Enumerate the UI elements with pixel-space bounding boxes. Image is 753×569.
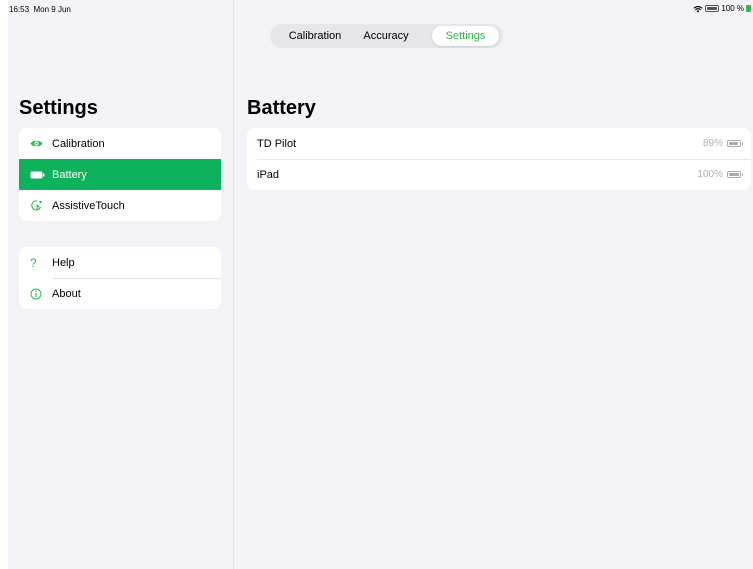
status-battery-indicator-icon bbox=[705, 5, 720, 12]
device-battery-percent: 89% bbox=[702, 138, 723, 149]
status-time: 16:53 Mon 9 Jun bbox=[9, 5, 71, 14]
wifi-icon bbox=[693, 5, 703, 13]
sidebar-item-help[interactable]: ? Help bbox=[19, 247, 221, 278]
sidebar-item-battery[interactable]: Battery bbox=[19, 159, 221, 190]
page-title: Battery bbox=[247, 97, 316, 119]
tab-calibration[interactable]: Calibration bbox=[272, 26, 358, 46]
battery-list: TD Pilot 89% iPad 100% bbox=[247, 128, 751, 190]
app-screen: 16:53 Mon 9 Jun 100 % Calibration Accura… bbox=[0, 0, 753, 569]
sidebar-item-label: Battery bbox=[52, 168, 87, 181]
sidebar-item-label: AssistiveTouch bbox=[52, 199, 125, 212]
sidebar-group-main: Calibration Battery AssistiveTouch bbox=[19, 128, 221, 221]
device-battery-percent: 100% bbox=[697, 169, 723, 180]
status-date: Mon 9 Jun bbox=[33, 5, 71, 14]
sidebar-item-label: Help bbox=[52, 256, 75, 269]
battery-level-icon bbox=[727, 140, 743, 147]
info-icon bbox=[30, 288, 46, 300]
tab-segmented-control: Calibration Accuracy Settings bbox=[270, 24, 503, 48]
list-item: TD Pilot 89% bbox=[247, 128, 751, 159]
battery-icon bbox=[30, 171, 46, 179]
sidebar-item-assistivetouch[interactable]: AssistiveTouch bbox=[19, 190, 221, 221]
status-right: 100 % bbox=[693, 4, 751, 13]
main-pane bbox=[234, 0, 753, 569]
left-edge bbox=[0, 0, 8, 569]
tab-settings[interactable]: Settings bbox=[432, 26, 499, 46]
sidebar-group-support: ? Help About bbox=[19, 247, 221, 309]
status-clock: 16:53 bbox=[9, 5, 30, 14]
tab-accuracy[interactable]: Accuracy bbox=[358, 26, 414, 46]
sidebar-title: Settings bbox=[19, 97, 98, 119]
assistive-touch-icon bbox=[30, 199, 46, 212]
status-battery-icon bbox=[746, 5, 751, 12]
list-item: iPad 100% bbox=[247, 159, 751, 190]
question-icon: ? bbox=[30, 255, 37, 270]
device-name: TD Pilot bbox=[257, 137, 297, 150]
sidebar-item-label: About bbox=[52, 287, 81, 300]
sidebar-item-about[interactable]: About bbox=[19, 278, 221, 309]
status-battery-text: 100 % bbox=[721, 4, 744, 13]
device-name: iPad bbox=[257, 168, 280, 181]
sidebar-item-calibration[interactable]: Calibration bbox=[19, 128, 221, 159]
eye-icon bbox=[30, 139, 46, 148]
sidebar-item-label: Calibration bbox=[52, 137, 105, 150]
battery-level-icon bbox=[727, 171, 743, 178]
